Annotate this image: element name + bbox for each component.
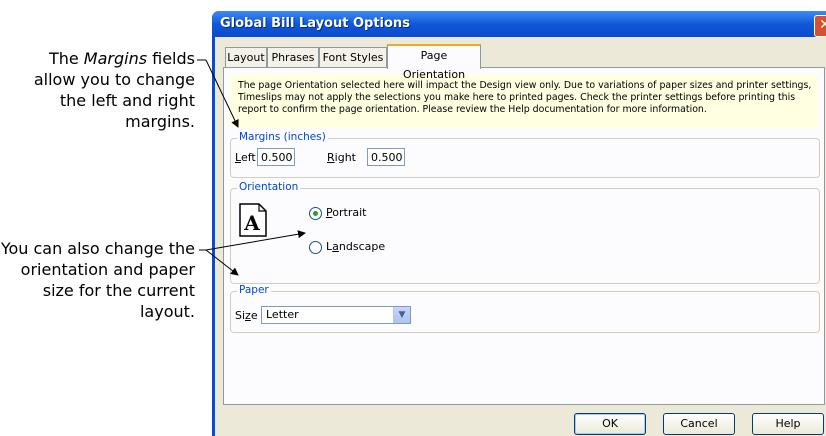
global-bill-layout-dialog: Global Bill Layout Options ✕ Layout Phra…	[212, 11, 826, 436]
tab-page-orientation[interactable]: Page Orientation	[387, 44, 481, 81]
page-orientation-panel: The page Orientation selected here will …	[223, 67, 825, 405]
right-margin-label: Right	[327, 151, 356, 164]
tab-phrases[interactable]: Phrases	[267, 47, 319, 67]
paper-size-label: Size	[235, 309, 258, 322]
paper-group: Paper Size Letter ▼	[230, 284, 820, 333]
left-margin-label: Left	[235, 151, 256, 164]
tab-layout[interactable]: Layout	[225, 47, 267, 67]
page-icon-letter: A	[243, 211, 260, 235]
portrait-radio[interactable]	[309, 207, 322, 220]
tab-font-styles[interactable]: Font Styles	[319, 47, 387, 67]
paper-group-label: Paper	[237, 284, 271, 296]
margins-callout: The Margins fields allow you to change t…	[10, 48, 195, 132]
right-margin-input[interactable]: 0.500	[367, 148, 405, 166]
orientation-callout-text: You can also change the orientation and …	[0, 239, 195, 321]
margins-callout-emphasis: Margins	[83, 49, 148, 68]
left-margin-input[interactable]: 0.500	[257, 148, 295, 166]
dialog-client-area: Layout Phrases Font Styles Page Orientat…	[215, 37, 826, 436]
orientation-callout: You can also change the orientation and …	[0, 238, 195, 322]
info-message: The page Orientation selected here will …	[230, 74, 818, 128]
landscape-label[interactable]: Landscape	[326, 240, 385, 253]
margins-group-label: Margins (inches)	[237, 131, 328, 143]
close-button[interactable]: ✕	[814, 15, 826, 37]
help-button[interactable]: Help	[752, 413, 824, 435]
dialog-title: Global Bill Layout Options	[220, 16, 410, 31]
orientation-group-label: Orientation	[237, 181, 301, 193]
paper-size-select[interactable]: Letter ▼	[261, 306, 411, 324]
page-document-icon: A	[239, 203, 267, 237]
margins-group: Margins (inches) Left 0.500 Right 0.500	[230, 131, 820, 178]
paper-size-value: Letter	[266, 308, 299, 321]
close-icon: ✕	[819, 17, 826, 33]
landscape-radio[interactable]	[309, 241, 322, 254]
orientation-group: Orientation A Portrait Landscape	[230, 181, 820, 284]
portrait-label[interactable]: Portrait	[326, 206, 366, 219]
dialog-title-bar[interactable]: Global Bill Layout Options	[212, 11, 826, 37]
cancel-button[interactable]: Cancel	[663, 413, 735, 435]
ok-button[interactable]: OK	[574, 413, 646, 435]
chevron-down-icon[interactable]: ▼	[393, 307, 410, 323]
margins-callout-prefix: The	[48, 49, 84, 68]
